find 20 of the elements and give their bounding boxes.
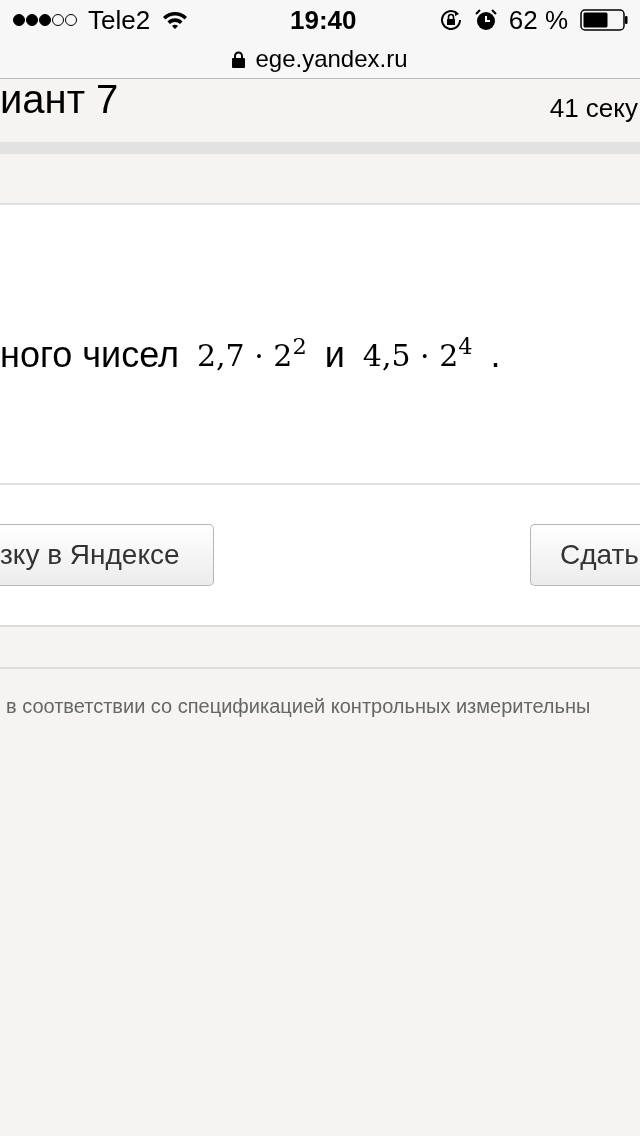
search-yandex-button[interactable]: зку в Яндексе: [0, 524, 214, 586]
task-text: .: [490, 333, 501, 377]
rotation-lock-icon: [438, 8, 463, 32]
battery-percentage: 62 %: [508, 3, 568, 37]
footer-text: в соответствии со спецификацией контрольных измерительны: [6, 695, 591, 717]
clock-time: 19:40: [290, 3, 357, 37]
math-expression: 2,7 · 2$^{2}$: [196, 332, 307, 375]
carrier-name: Tele2: [88, 3, 151, 37]
variant-title: иант 7: [0, 79, 119, 119]
battery-icon: [580, 9, 628, 31]
math-expression: 4,5 · 2$^{4}$: [362, 332, 473, 375]
timer-text: 41 секу: [549, 92, 638, 125]
page-url[interactable]: ege.yandex.ru: [255, 41, 408, 77]
submit-button[interactable]: Сдать: [530, 524, 640, 586]
alarm-icon: [474, 9, 497, 31]
task-text: ного чисел: [0, 333, 179, 377]
wifi-icon: [162, 10, 189, 30]
signal-strength-icon: [12, 13, 80, 27]
lock-icon: [232, 50, 246, 68]
task-text: и: [324, 333, 345, 377]
